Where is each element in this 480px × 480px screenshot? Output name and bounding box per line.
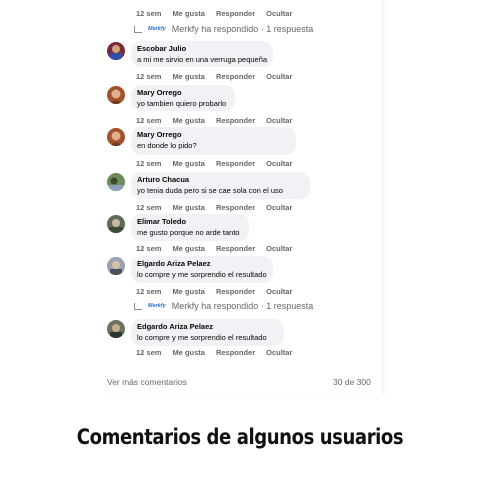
comment-time: 12 sem xyxy=(136,348,162,357)
comment-author[interactable]: Elimar Toledo xyxy=(137,217,242,227)
user-avatar-icon xyxy=(107,173,125,191)
replies-link[interactable]: Merkfy Merkfy ha respondido · 1 respuest… xyxy=(134,23,313,35)
avatar[interactable] xyxy=(107,173,125,191)
comment-text: a mi me sirvio en una verruga pequeña xyxy=(137,55,268,64)
comment-text: en donde lo pido? xyxy=(137,141,197,150)
comment-text: me gusto porque no arde tanto xyxy=(137,228,240,237)
comment-author[interactable]: Mary Orrego xyxy=(137,130,289,140)
comment-author[interactable]: Escobar Julio xyxy=(137,44,266,54)
like-button[interactable]: Me gusta xyxy=(172,348,205,357)
user-avatar-icon xyxy=(107,215,125,233)
comment-time: 12 sem xyxy=(136,72,162,81)
comment-bubble: Edgardo Ariza Pelaez lo compre y me sorp… xyxy=(131,319,284,346)
comment-time: 12 sem xyxy=(136,203,162,212)
comment-text: lo compre y me sorprendio el resultado xyxy=(137,333,267,342)
like-button[interactable]: Me gusta xyxy=(172,9,205,18)
reply-arrow-icon xyxy=(134,25,142,33)
user-avatar-icon xyxy=(107,257,125,275)
replies-link-text: Merkfy ha respondido · 1 respuesta xyxy=(171,24,314,34)
like-button[interactable]: Me gusta xyxy=(172,203,205,212)
comments-count: 30 de 300 xyxy=(333,377,371,387)
comment-time: 12 sem xyxy=(136,287,162,296)
user-avatar-icon xyxy=(107,42,125,60)
comment-bubble: Elimar Toledo me gusto porque no arde ta… xyxy=(131,214,249,241)
hide-button[interactable]: Ocultar xyxy=(266,348,292,357)
like-button[interactable]: Me gusta xyxy=(172,116,205,125)
reply-button[interactable]: Responder xyxy=(216,244,255,253)
hide-button[interactable]: Ocultar xyxy=(266,203,292,212)
comment-time: 12 sem xyxy=(136,9,162,18)
comment-time: 12 sem xyxy=(136,159,162,168)
reply-button[interactable]: Responder xyxy=(216,159,255,168)
user-avatar-icon xyxy=(107,86,125,104)
avatar[interactable] xyxy=(107,128,125,146)
comment-actions: 12 sem Me gusta Responder Ocultar xyxy=(136,116,292,125)
comment-actions: 12 sem Me gusta Responder Ocultar xyxy=(136,287,292,296)
comment-author[interactable]: Arturo Chacua xyxy=(137,175,303,185)
comment-author[interactable]: Elgardo Ariza Pelaez xyxy=(137,259,266,269)
avatar[interactable] xyxy=(107,257,125,275)
page-caption: Comentarios de algunos usuarios xyxy=(76,425,404,449)
comment-actions: 12 sem Me gusta Responder Ocultar xyxy=(136,244,292,253)
comment-actions: 12 sem Me gusta Responder Ocultar xyxy=(136,203,292,212)
reply-button[interactable]: Responder xyxy=(216,348,255,357)
like-button[interactable]: Me gusta xyxy=(172,287,205,296)
like-button[interactable]: Me gusta xyxy=(172,72,205,81)
comment-time: 12 sem xyxy=(136,116,162,125)
comment-bubble: Mary Orrego en donde lo pido? xyxy=(131,127,296,155)
comment-author[interactable]: Edgardo Ariza Pelaez xyxy=(137,322,277,332)
user-avatar-icon xyxy=(107,128,125,146)
comment-text: yo tambien quiero probarlo xyxy=(137,99,227,108)
reply-button[interactable]: Responder xyxy=(216,9,255,18)
like-button[interactable]: Me gusta xyxy=(172,244,205,253)
comment-actions: 12 sem Me gusta Responder Ocultar xyxy=(136,9,292,18)
avatar[interactable] xyxy=(107,215,125,233)
comment-actions: 12 sem Me gusta Responder Ocultar xyxy=(136,159,292,168)
avatar[interactable] xyxy=(107,86,125,104)
hide-button[interactable]: Ocultar xyxy=(266,9,292,18)
reply-button[interactable]: Responder xyxy=(216,72,255,81)
reply-button[interactable]: Responder xyxy=(216,203,255,212)
comment-actions: 12 sem Me gusta Responder Ocultar xyxy=(136,348,292,357)
view-more-comments-link[interactable]: Ver más comentarios xyxy=(107,377,187,387)
comment-bubble: Arturo Chacua yo tenia duda pero si se c… xyxy=(131,172,310,199)
merkfy-logo-icon: Merkfy xyxy=(148,26,166,32)
hide-button[interactable]: Ocultar xyxy=(266,72,292,81)
reply-button[interactable]: Responder xyxy=(216,116,255,125)
comment-bubble: Elgardo Ariza Pelaez lo compre y me sorp… xyxy=(131,256,273,283)
comment-actions: 12 sem Me gusta Responder Ocultar xyxy=(136,72,292,81)
hide-button[interactable]: Ocultar xyxy=(266,116,292,125)
replies-link-text: Merkfy ha respondido · 1 respuesta xyxy=(171,301,314,311)
reply-arrow-icon xyxy=(134,302,142,310)
user-avatar-icon xyxy=(107,320,125,338)
comment-bubble: Mary Orrego yo tambien quiero probarlo xyxy=(131,85,235,111)
merkfy-logo-icon: Merkfy xyxy=(148,303,166,309)
like-button[interactable]: Me gusta xyxy=(172,159,205,168)
reply-button[interactable]: Responder xyxy=(216,287,255,296)
comment-author[interactable]: Mary Orrego xyxy=(137,88,228,98)
comment-text: yo tenia duda pero si se cae sola con el… xyxy=(137,186,283,195)
comment-bubble: Escobar Julio a mi me sirvio en una verr… xyxy=(131,41,273,67)
comment-time: 12 sem xyxy=(136,244,162,253)
avatar[interactable] xyxy=(107,320,125,338)
hide-button[interactable]: Ocultar xyxy=(266,159,292,168)
replies-link[interactable]: Merkfy Merkfy ha respondido · 1 respuest… xyxy=(134,300,313,312)
hide-button[interactable]: Ocultar xyxy=(266,287,292,296)
comment-text: lo compre y me sorprendio el resultado xyxy=(137,270,267,279)
avatar[interactable] xyxy=(107,42,125,60)
hide-button[interactable]: Ocultar xyxy=(266,244,292,253)
